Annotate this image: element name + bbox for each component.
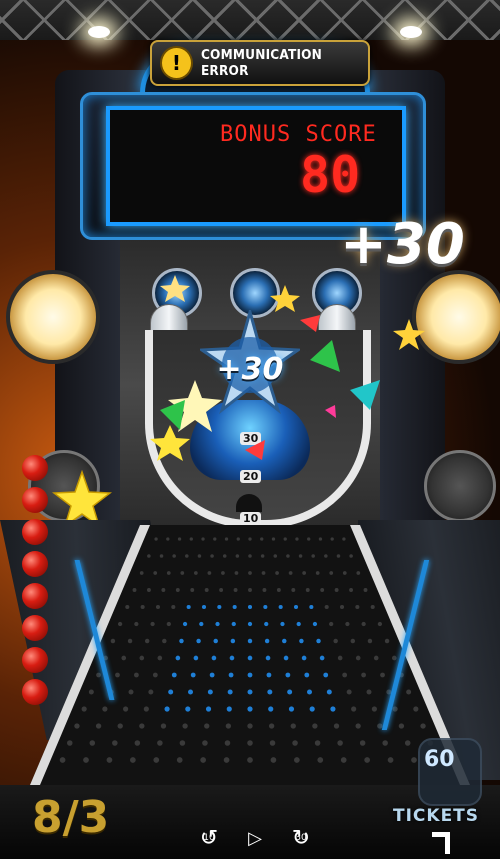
remaining-ball	[22, 615, 48, 641]
tickets-label: TICKETS	[393, 806, 480, 826]
remaining-ball	[22, 583, 48, 609]
remaining-balls-rack	[22, 455, 52, 715]
rewind-10-button[interactable]: ↺ 10	[195, 824, 223, 852]
hole-label: 10	[240, 512, 262, 525]
right-speaker	[424, 450, 496, 522]
lighting-truss	[0, 0, 500, 40]
remaining-ball	[22, 679, 48, 705]
forward-30-button[interactable]: ↻ 30	[287, 824, 315, 852]
play-button[interactable]: ▷	[243, 826, 267, 850]
left-lamp	[6, 270, 100, 364]
remaining-ball	[22, 455, 48, 481]
rewind-label: 10	[203, 833, 215, 843]
bonus-score-value: 80	[300, 146, 361, 204]
game-stage: ! COMMUNICATION ERROR BONUS SCORE 80 100…	[0, 0, 500, 859]
spotlight	[88, 26, 110, 38]
spotlight	[400, 26, 422, 38]
error-text: COMMUNICATION ERROR	[200, 47, 323, 79]
tickets-scroll-icon	[432, 832, 450, 854]
remaining-ball	[22, 647, 48, 673]
star-sparkle-icon	[393, 319, 425, 350]
bonus-score-label: BONUS SCORE	[220, 122, 377, 147]
communication-error-banner[interactable]: ! COMMUNICATION ERROR	[150, 40, 370, 86]
remaining-ball	[22, 519, 48, 545]
remaining-ball	[22, 551, 48, 577]
remaining-ball	[22, 487, 48, 513]
balls-count: 8/3	[32, 792, 110, 843]
warning-icon: !	[160, 46, 193, 80]
tickets-value: 60	[424, 747, 455, 772]
play-icon: ▷	[248, 827, 262, 849]
confetti-effect	[150, 275, 380, 461]
forward-label: 30	[295, 833, 307, 843]
